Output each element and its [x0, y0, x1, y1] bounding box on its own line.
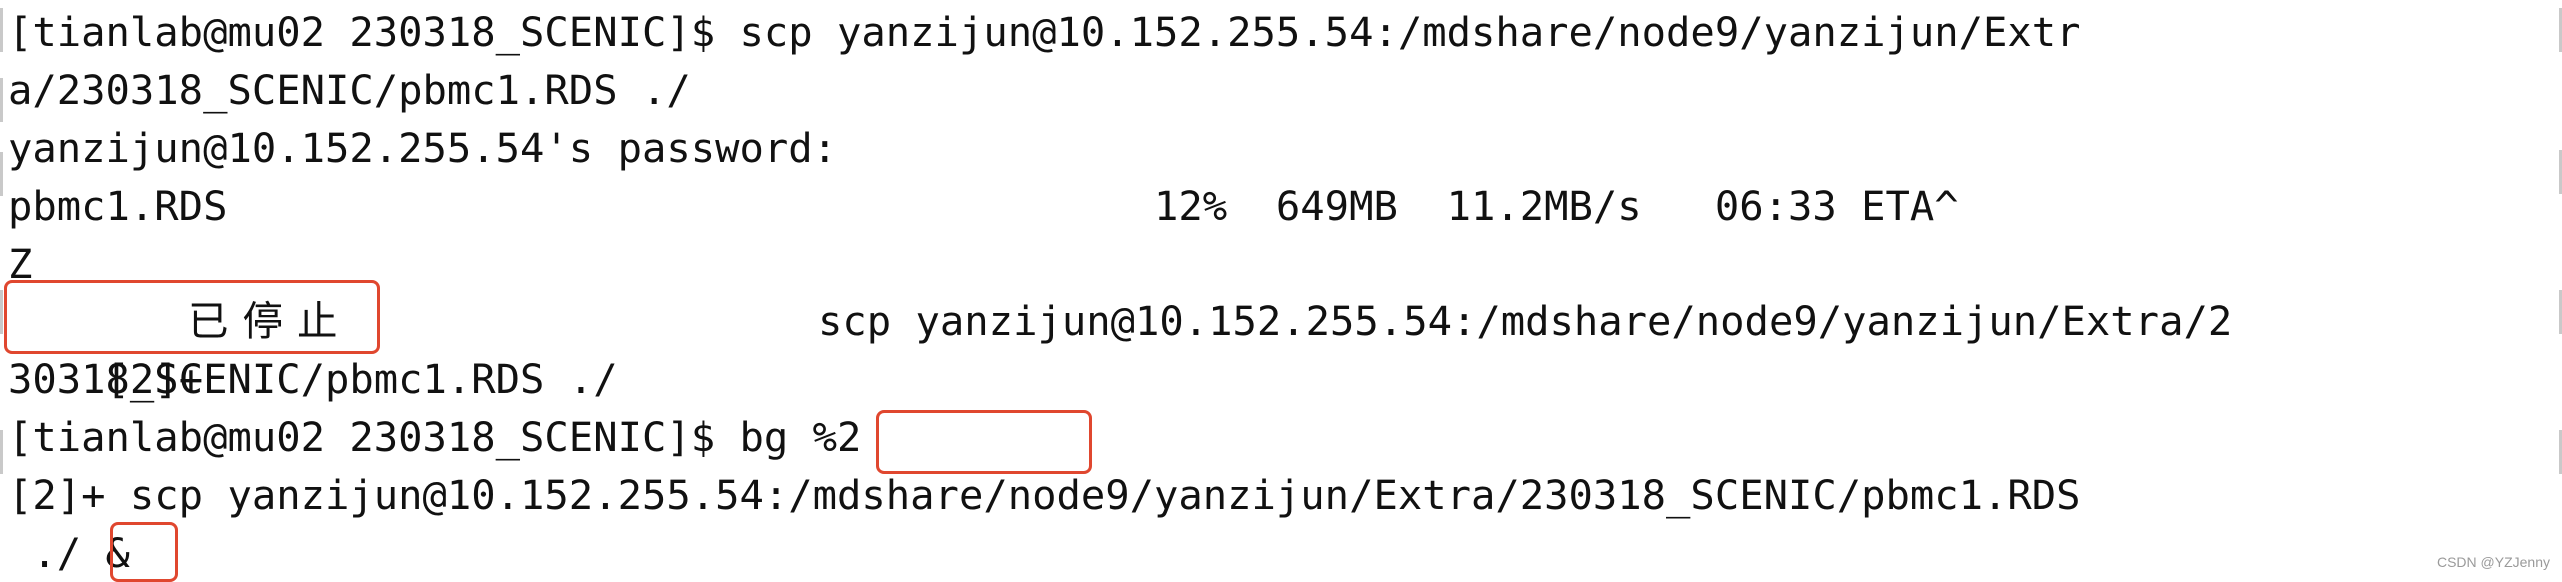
- left-margin-bar: [0, 8, 3, 52]
- terminal-line-scp-continuation: a/230318_SCENIC/pbmc1.RDS ./: [8, 66, 691, 114]
- left-margin-bar: [0, 78, 3, 122]
- left-margin-bar: [0, 430, 3, 474]
- left-margin-bar: [0, 152, 3, 196]
- left-margin-bar: [0, 290, 3, 334]
- terminal-line-prompt-scp: [tianlab@mu02 230318_SCENIC]$ scp yanzij…: [8, 8, 2081, 56]
- watermark: CSDN @YZJenny: [2436, 554, 2550, 570]
- highlight-job-stopped: [4, 280, 380, 354]
- terminal-line-password-prompt: yanzijun@10.152.255.54's password:: [8, 124, 838, 172]
- job-stopped-command: scp yanzijun@10.152.255.54:/mdshare/node…: [818, 297, 2233, 345]
- terminal-line-progress: pbmc1.RDS 12% 649MB 11.2MB/s 06:33 ETA^: [8, 182, 1959, 230]
- highlight-ampersand: [110, 522, 178, 582]
- terminal-line-stopped-continuation: 30318_SCENIC/pbmc1.RDS ./: [8, 355, 618, 403]
- highlight-bg-command: [876, 410, 1092, 474]
- terminal-line-prompt-bg: [tianlab@mu02 230318_SCENIC]$ bg %2: [8, 413, 862, 461]
- terminal-window[interactable]: [tianlab@mu02 230318_SCENIC]$ scp yanzij…: [0, 0, 2562, 582]
- terminal-line-bg-result: [2]+ scp yanzijun@10.152.255.54:/mdshare…: [8, 471, 2081, 519]
